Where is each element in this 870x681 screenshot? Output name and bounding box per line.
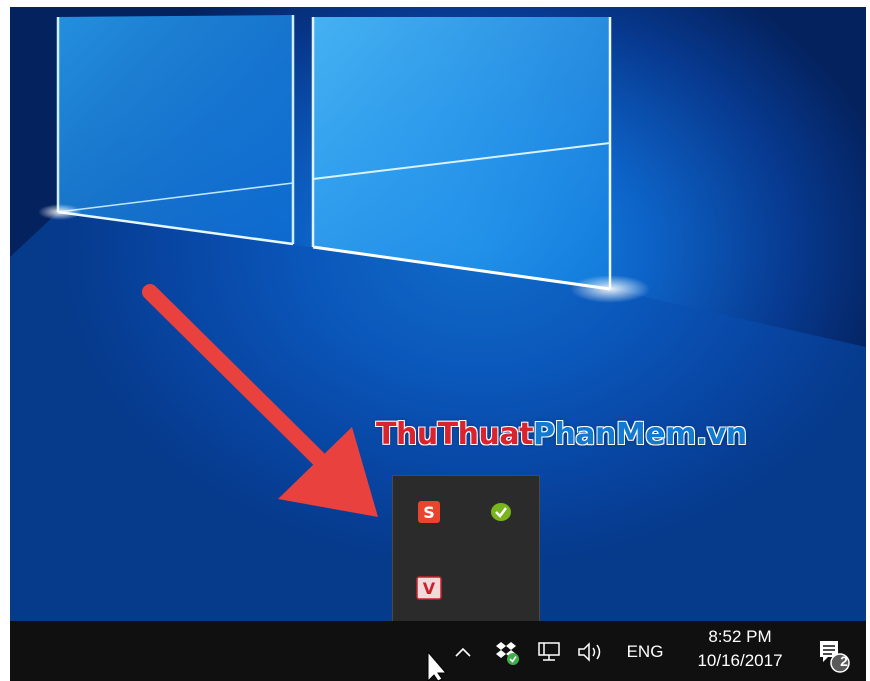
dropbox-tray-button[interactable] — [492, 637, 522, 667]
watermark-part1: ThuThuat — [376, 417, 533, 452]
screenshot-frame: ThuThuatPhanMem.vn S V ENG 8:52 PM 10/16… — [10, 7, 866, 681]
skype-status-icon — [491, 503, 511, 521]
desktop: ThuThuatPhanMem.vn S V — [10, 7, 866, 621]
clock-button[interactable]: 8:52 PM 10/16/2017 — [682, 625, 798, 673]
volume-button[interactable] — [574, 637, 608, 667]
show-hidden-icons-button[interactable] — [450, 639, 476, 665]
v-app-icon: V — [416, 576, 442, 600]
notification-count-badge: 2 — [840, 653, 848, 669]
tray-v-app-button[interactable]: V — [409, 568, 449, 608]
input-language-button[interactable]: ENG — [618, 639, 672, 665]
chevron-up-icon — [455, 647, 471, 657]
snagit-icon: S — [418, 501, 440, 523]
taskbar: ENG 8:52 PM 10/16/2017 2 — [10, 621, 866, 681]
svg-text:S: S — [423, 503, 435, 522]
watermark-text: ThuThuatPhanMem.vn — [376, 417, 747, 452]
svg-text:V: V — [423, 579, 436, 598]
network-button[interactable] — [534, 637, 564, 667]
tray-snagit-button[interactable]: S — [409, 492, 449, 532]
watermark-part2: PhanMem.vn — [532, 417, 747, 452]
hidden-icons-flyout: S V — [392, 475, 540, 621]
tray-skype-button[interactable] — [481, 492, 521, 532]
clock-date: 10/16/2017 — [697, 651, 783, 670]
speaker-icon — [578, 642, 601, 662]
network-icon — [538, 642, 560, 661]
action-center-button[interactable]: 2 — [810, 635, 854, 675]
dropbox-icon — [496, 642, 519, 665]
clock-time: 8:52 PM — [708, 627, 772, 646]
